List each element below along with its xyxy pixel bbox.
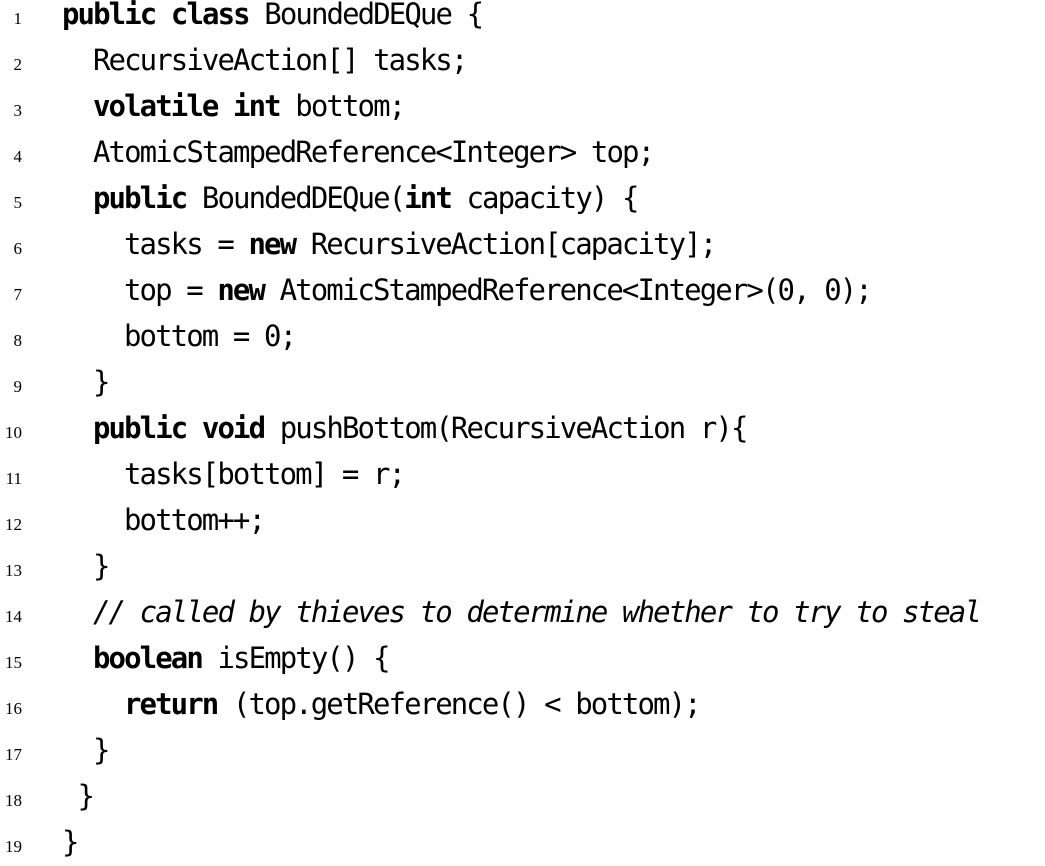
keyword: boolean [93,641,204,675]
line-number: 6 [13,239,23,258]
code-text: boolean isEmpty() { [93,641,391,675]
code-text: } [77,779,95,813]
code-token: RecursiveAction[] tasks; [93,43,468,77]
code-token: capacity) { [450,181,639,215]
code-text: top = new AtomicStampedReference<Integer… [124,273,873,307]
code-token: top = [124,273,218,307]
code-token: BoundedDEQue( [186,181,406,215]
code-line: 4 AtomicStampedReference<Integer> top; [0,130,1045,176]
code-line: 6 tasks = new RecursiveAction[capacity]; [0,222,1045,268]
code-line: 10 public void pushBottom(RecursiveAction… [0,406,1045,452]
code-token: } [62,825,79,859]
code-line: 14 // called by thieves to determine whet… [0,590,1045,636]
keyword: int [404,181,453,215]
line-number: 15 [5,653,22,672]
code-line: 5 public BoundedDEQue(int capacity) { [0,176,1045,222]
code-line: 15 boolean isEmpty() { [0,636,1045,682]
line-number: 18 [5,791,22,810]
code-listing: 1 public class BoundedDEQue { 2 RecursiveAc… [0,0,1045,859]
code-text: // called by thieves to determine whethe… [93,595,982,629]
line-number: 5 [13,193,23,212]
line-number: 19 [5,837,22,856]
code-line: 3 volatile int bottom; [0,84,1045,130]
code-token: bottom; [279,89,406,123]
code-token: AtomicStampedReference<Integer>(0, 0); [264,273,873,307]
line-number: 10 [5,423,22,442]
keyword: public [93,181,188,215]
code-text: tasks = new RecursiveAction[capacity]; [124,227,717,261]
code-line: 18} [0,774,1045,820]
line-number: 13 [5,561,22,580]
line-number: 1 [13,9,23,28]
code-line: 13} [0,544,1045,590]
code-token: bottom = 0; [124,319,297,353]
code-token: pushBottom(RecursiveAction r){ [264,411,749,445]
code-token: isEmpty() { [201,641,390,675]
code-line: 19} [0,820,1045,866]
code-line: 17} [0,728,1045,774]
code-token: tasks = [124,227,249,261]
line-number: 4 [13,147,23,166]
code-line: 2 RecursiveAction[] tasks; [0,38,1045,84]
code-token: } [93,365,110,399]
code-token: } [93,549,110,583]
line-number: 2 [13,55,23,74]
keyword: void [201,411,266,445]
code-text: public BoundedDEQue(int capacity) { [93,181,640,215]
code-text: } [93,549,110,583]
code-text: AtomicStampedReference<Integer> top; [93,135,655,169]
code-text: volatile int bottom; [93,89,406,123]
code-text: public void pushBottom(RecursiveAction r… [93,411,749,445]
code-line: 9} [0,360,1045,406]
code-text: public class BoundedDEQue { [62,0,484,31]
code-text: bottom++; [124,503,266,537]
code-token: RecursiveAction[capacity]; [295,227,717,261]
keyword: new [248,227,297,261]
line-number: 9 [13,377,23,396]
keyword: volatile [93,89,219,123]
code-token: } [93,733,110,767]
code-token: } [77,779,95,813]
code-line: 7 top = new AtomicStampedReference<Intege… [0,268,1045,314]
line-number: 16 [5,699,22,718]
keyword: new [217,273,266,307]
code-line: 16 return (top.getReference() < bottom); [0,682,1045,728]
line-number: 8 [13,331,23,350]
keyword: int [233,89,282,123]
line-number: 3 [13,101,23,120]
line-number: 14 [5,607,22,626]
code-line: 8 bottom = 0; [0,314,1045,360]
keyword: public [93,411,188,445]
code-text: tasks[bottom] = r; [124,457,406,491]
line-number: 17 [5,745,22,764]
code-token: AtomicStampedReference<Integer> top; [93,135,655,169]
line-number: 12 [5,515,22,534]
code-token: tasks[bottom] = r; [124,457,406,491]
code-token: bottom++; [124,503,266,537]
line-number: 11 [5,469,22,488]
code-text: } [93,733,110,767]
code-text: } [62,825,79,859]
keyword: return [124,687,219,721]
code-line: 1 public class BoundedDEQue { [0,0,1045,38]
line-number: 7 [13,285,23,304]
code-line: 12 bottom++; [0,498,1045,544]
comment: // called by thieves to determine whethe… [93,595,982,629]
code-text: return (top.getReference() < bottom); [124,687,702,721]
code-text: RecursiveAction[] tasks; [93,43,468,77]
code-line: 11 tasks[bottom] = r; [0,452,1045,498]
code-text: bottom = 0; [124,319,297,353]
code-token: (top.getReference() < bottom); [217,687,702,721]
code-text: } [93,365,110,399]
keyword: class [170,0,251,31]
keyword: public [62,0,157,31]
code-token: BoundedDEQue { [248,0,484,31]
